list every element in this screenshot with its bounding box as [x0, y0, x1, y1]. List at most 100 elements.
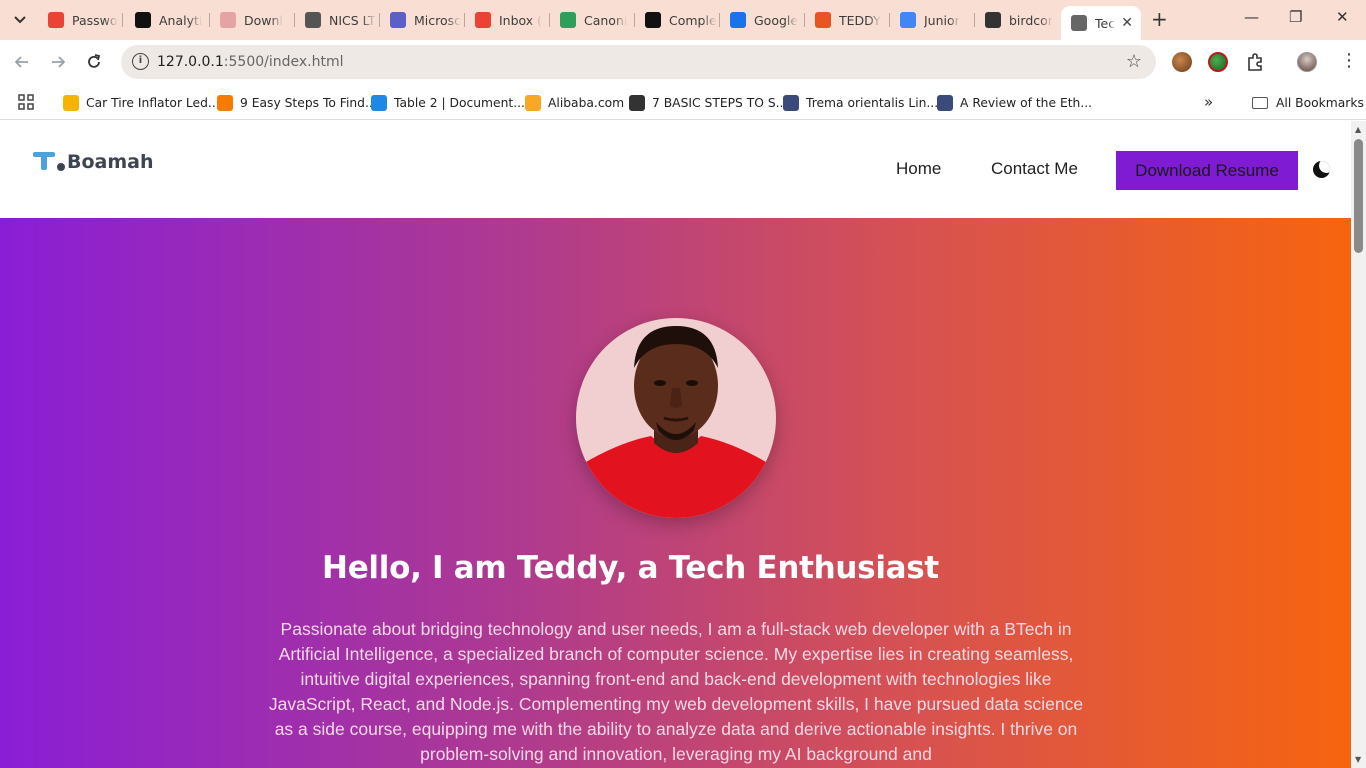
teams-icon [390, 12, 406, 28]
tab-separator [122, 13, 123, 27]
tab-label: Microsc [414, 12, 462, 28]
page-viewport: Boamah Home Contact Me Download Resume H… [0, 121, 1351, 768]
globe-extension-icon[interactable] [1208, 52, 1228, 72]
bookmark-item[interactable]: Table 2 | Document... [371, 93, 525, 113]
page-scrollbar[interactable]: ▲ ▼ [1351, 121, 1366, 768]
google-account-icon [730, 12, 746, 28]
bookmark-favicon-icon [63, 95, 79, 111]
all-bookmarks-label: All Bookmarks [1276, 96, 1364, 110]
bookmark-item[interactable]: Car Tire Inflator Led... [63, 93, 220, 113]
document-icon [220, 12, 236, 28]
tab-label: Inbox ( [499, 12, 543, 28]
bookmark-favicon-icon [371, 95, 387, 111]
tab-label: Downl [244, 12, 283, 28]
bookmark-favicon-icon [629, 95, 645, 111]
url-text: 127.0.0.1:5500/index.html [157, 54, 344, 70]
tab[interactable]: NICS LT [295, 0, 379, 40]
medium-icon [645, 12, 661, 28]
canonical-icon [560, 12, 576, 28]
address-bar[interactable]: i 127.0.0.1:5500/index.html ☆ [121, 45, 1156, 79]
bookmark-item[interactable]: 9 Easy Steps To Find... [217, 93, 377, 113]
bookmark-favicon-icon [525, 95, 541, 111]
tab[interactable]: Downl [210, 0, 294, 40]
profile-avatar-icon[interactable] [1297, 52, 1317, 72]
folder-icon [1252, 97, 1268, 109]
tab[interactable]: Analyti [125, 0, 209, 40]
site-header: Boamah Home Contact Me Download Resume [0, 121, 1351, 218]
close-tab-icon[interactable]: ✕ [1121, 15, 1133, 31]
x-icon [135, 12, 151, 28]
all-bookmarks-button[interactable]: All Bookmarks [1252, 93, 1364, 113]
bookmark-favicon-icon [783, 95, 799, 111]
tab-label: TEDDY [839, 12, 881, 28]
tab[interactable]: Junior [890, 0, 974, 40]
browser-toolbar: i 127.0.0.1:5500/index.html ☆ ⋮ [0, 40, 1366, 86]
forward-arrow-icon[interactable] [49, 53, 67, 76]
minimize-button[interactable]: — [1244, 8, 1259, 26]
scroll-up-arrow-icon[interactable]: ▲ [1355, 125, 1361, 134]
site-info-icon[interactable]: i [132, 53, 149, 70]
hero-title: Hello, I am Teddy, a Tech Enthusiast [322, 550, 939, 586]
bookmark-item[interactable]: Alibaba.com [525, 93, 624, 113]
tab[interactable]: Canoni [550, 0, 634, 40]
close-window-button[interactable]: ✕ [1336, 8, 1349, 26]
scrollbar-thumb[interactable] [1354, 139, 1363, 253]
gmail-icon [48, 12, 64, 28]
new-tab-button[interactable]: + [1151, 9, 1168, 29]
bookmarks-bar: Car Tire Inflator Led... 9 Easy Steps To … [0, 86, 1366, 120]
cookie-extension-icon[interactable] [1172, 52, 1192, 72]
tab-label: Comple [669, 12, 717, 28]
tab[interactable]: Microsc [380, 0, 464, 40]
download-resume-button[interactable]: Download Resume [1116, 151, 1298, 190]
nics-icon [305, 12, 321, 28]
bookmark-favicon-icon [937, 95, 953, 111]
dark-mode-moon-icon[interactable] [1313, 161, 1330, 178]
tab[interactable]: Passwo [38, 0, 122, 40]
menu-kebab-icon[interactable]: ⋮ [1340, 51, 1358, 71]
tab-search-chevron-icon[interactable] [8, 8, 32, 32]
tab-label: Analyti [159, 12, 203, 28]
tab-label: Passwo [72, 12, 118, 28]
bookmark-label: Alibaba.com [548, 96, 625, 110]
bookmark-item[interactable]: Trema orientalis Lin... [783, 93, 938, 113]
url-host: 127.0.0.1 [157, 54, 224, 70]
tab[interactable]: birdcor [975, 0, 1059, 40]
restore-button[interactable]: ❐ [1289, 8, 1302, 26]
url-path: :5500/index.html [223, 54, 344, 70]
bookmark-label: Table 2 | Document... [394, 96, 525, 110]
profile-photo [576, 318, 776, 518]
globe-icon [1071, 15, 1087, 31]
reload-icon[interactable] [85, 53, 103, 76]
more-bookmarks-chevron-icon[interactable]: » [1204, 93, 1213, 111]
tab[interactable]: Comple [635, 0, 719, 40]
extensions-puzzle-icon[interactable] [1245, 52, 1265, 77]
bookmark-item[interactable]: A Review of the Eth... [937, 93, 1092, 113]
bookmark-label: Trema orientalis Lin... [806, 96, 939, 110]
apps-grid-icon[interactable] [18, 94, 34, 114]
bookmark-label: 7 BASIC STEPS TO S... [652, 96, 788, 110]
tab[interactable]: TEDDY [805, 0, 889, 40]
tab-active[interactable]: Tec ✕ [1061, 6, 1141, 40]
site-logo[interactable]: Boamah [33, 150, 154, 174]
google-docs-icon [900, 12, 916, 28]
hero-description: Passionate about bridging technology and… [268, 619, 1084, 764]
bookmark-favicon-icon [217, 95, 233, 111]
back-arrow-icon[interactable] [13, 53, 31, 76]
tab-label: Tec [1095, 15, 1116, 31]
bookmark-star-icon[interactable]: ☆ [1126, 51, 1142, 72]
bookmark-item[interactable]: 7 BASIC STEPS TO S... [629, 93, 787, 113]
github-icon [985, 12, 1001, 28]
gmail-icon [475, 12, 491, 28]
tab-label: birdcor [1009, 12, 1053, 28]
logo-text: Boamah [67, 151, 154, 173]
tab[interactable]: Inbox ( [465, 0, 549, 40]
nav-contact-link[interactable]: Contact Me [991, 159, 1078, 179]
nav-home-link[interactable]: Home [896, 159, 941, 179]
logo-mark-icon [33, 150, 67, 174]
bookmark-label: A Review of the Eth... [960, 96, 1093, 110]
tab-label: Google [754, 12, 799, 28]
hero-section: Hello, I am Teddy, a Tech Enthusiast Pas… [0, 218, 1351, 768]
tab[interactable]: Google [720, 0, 804, 40]
scroll-down-arrow-icon[interactable]: ▼ [1355, 755, 1361, 764]
bookmark-label: 9 Easy Steps To Find... [240, 96, 377, 110]
